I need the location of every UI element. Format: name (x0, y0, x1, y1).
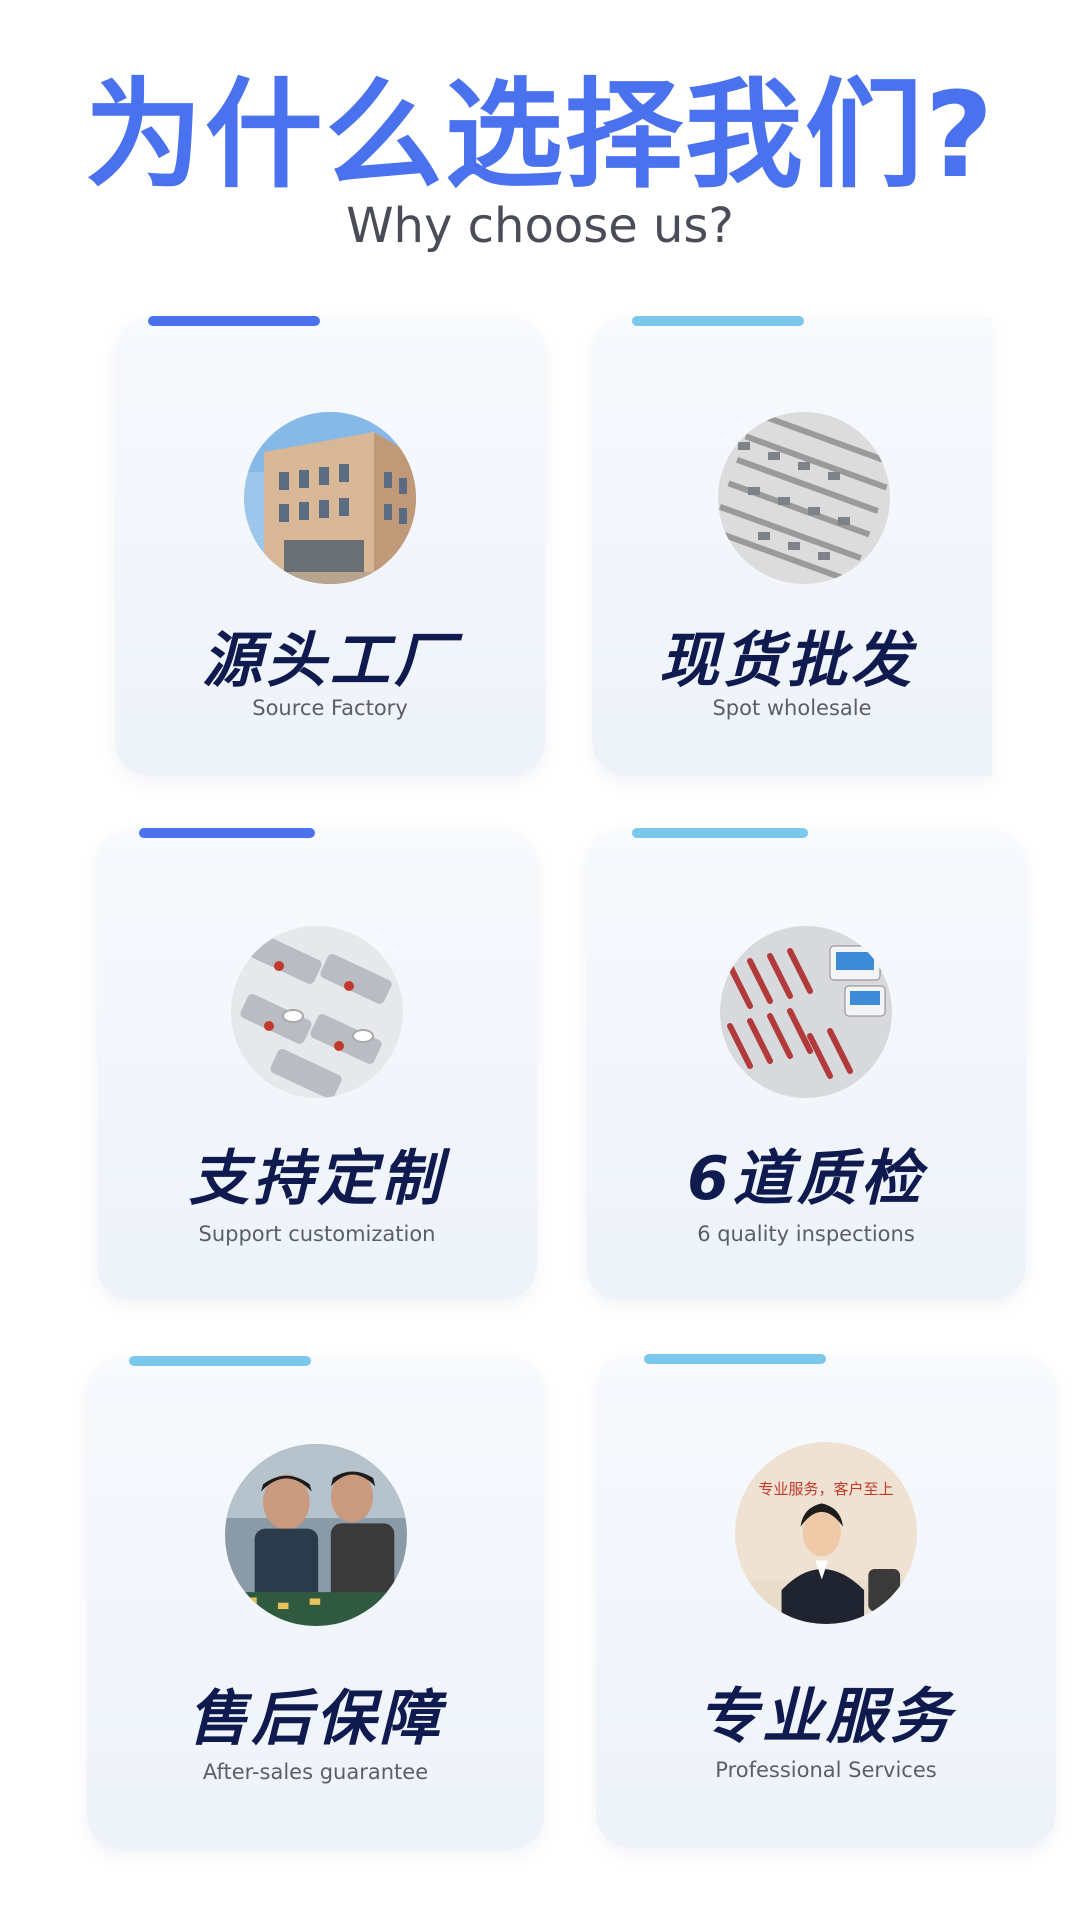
customer-service-photo: 专业服务，客户至上 (735, 1442, 917, 1624)
feature-card-source-factory: 源头工厂 Source Factory (115, 316, 545, 776)
feature-title: 专业服务 (698, 1682, 954, 1752)
feature-card-spot-wholesale: 现货批发 Spot wholesale (592, 316, 992, 776)
accent-bar (632, 828, 808, 838)
accent-bar (632, 316, 804, 326)
usb-drives-stock-photo (718, 412, 890, 584)
feature-title: 支持定制 (189, 1144, 445, 1214)
feature-subtitle: 6 quality inspections (697, 1222, 915, 1246)
feature-title: 源头工厂 (202, 626, 458, 696)
feature-title: 售后保障 (187, 1684, 444, 1754)
custom-usb-drives-photo (231, 926, 403, 1098)
workers-assembly-photo (224, 1444, 407, 1626)
feature-card-professional-services: 专业服务，客户至上 专业服务 Professional Services (596, 1354, 1056, 1848)
accent-bar (644, 1354, 826, 1364)
feature-subtitle: After-sales guarantee (202, 1760, 429, 1784)
accent-bar (139, 828, 315, 838)
feature-subtitle: Source Factory (252, 696, 408, 720)
feature-subtitle: Professional Services (715, 1758, 937, 1782)
page-subtitle: Why choose us? (346, 198, 734, 254)
feature-title: 现货批发 (659, 626, 915, 696)
factory-building-photo (244, 412, 416, 584)
feature-card-customization: 支持定制 Support customization (97, 828, 537, 1300)
feature-card-after-sales: 售后保障 After-sales guarantee (87, 1356, 544, 1850)
accent-bar (148, 316, 320, 326)
accent-bar (129, 1356, 311, 1366)
quality-testing-photo (720, 926, 892, 1098)
feature-subtitle: Support customization (198, 1222, 436, 1246)
feature-card-quality-inspections: 6道质检 6 quality inspections (586, 828, 1026, 1300)
photo-caption: 专业服务，客户至上 (758, 1480, 894, 1498)
feature-title: 6道质检 (687, 1144, 925, 1214)
feature-subtitle: Spot wholesale (712, 696, 872, 720)
page-title: 为什么选择我们? (84, 66, 996, 204)
